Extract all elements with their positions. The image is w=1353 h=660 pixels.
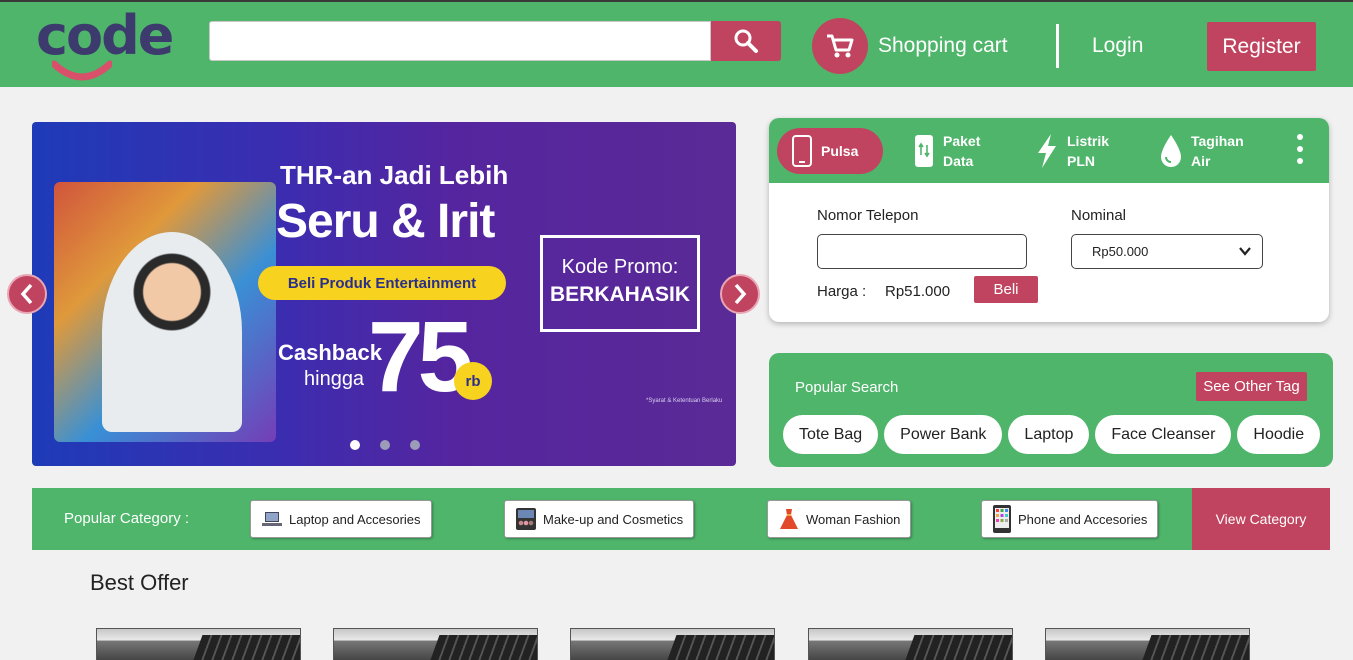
tab-label-1: Listrik (1067, 133, 1110, 149)
tab-label-1: Paket (943, 133, 981, 149)
promo-banner[interactable]: THR-an Jadi Lebih Seru & Irit Beli Produ… (32, 122, 736, 466)
more-options-icon[interactable] (1297, 134, 1303, 164)
category-phone[interactable]: Phone and Accesories (981, 500, 1159, 538)
product-card[interactable] (96, 628, 301, 660)
banner-pill: Beli Produk Entertainment (258, 266, 506, 300)
see-other-tag-button[interactable]: See Other Tag (1196, 372, 1307, 401)
popular-category-bar: Popular Category : Laptop and Accesories… (32, 488, 1330, 550)
category-label: Phone and Accesories (1018, 511, 1148, 527)
makeup-palette-icon (515, 507, 537, 531)
carousel-next-button[interactable] (720, 274, 760, 314)
carousel-prev-button[interactable] (7, 274, 47, 314)
banner-unit-badge: rb (454, 362, 492, 400)
tab-paket-data[interactable]: Paket Data (913, 128, 980, 174)
tab-tagihan-air[interactable]: Tagihan Air (1159, 128, 1244, 174)
logo-smile-icon (52, 60, 112, 81)
data-package-icon (913, 133, 935, 169)
best-offer-title: Best Offer (90, 570, 189, 595)
shopping-cart-button[interactable] (812, 18, 868, 74)
banner-cashback: Cashback (278, 340, 382, 365)
nominal-label: Nominal (1071, 207, 1127, 224)
promo-code-label: Kode Promo: (561, 256, 679, 278)
carousel-dot[interactable] (410, 440, 420, 450)
category-woman-fashion[interactable]: Woman Fashion (767, 500, 912, 538)
carousel-dots (350, 440, 420, 450)
cart-icon (827, 34, 854, 58)
category-makeup[interactable]: Make-up and Cosmetics (504, 500, 695, 538)
promo-code-value: BERKAHASIK (549, 283, 690, 306)
popular-category-label: Popular Category : (64, 510, 190, 527)
price-label: Harga : (817, 283, 867, 300)
search-input[interactable] (209, 21, 711, 61)
payment-tabs: Pulsa Paket Data Listrik PLN Tagihan Air (769, 118, 1329, 183)
header-divider (1056, 24, 1059, 68)
banner-line2: Seru & Irit (276, 195, 495, 248)
search-icon (734, 29, 758, 53)
view-category-button[interactable]: View Category (1192, 488, 1330, 550)
buy-button[interactable]: Beli (974, 276, 1038, 303)
chevron-left-icon (20, 283, 33, 305)
category-label: Laptop and Accesories (289, 511, 421, 527)
logo-text: code (36, 4, 174, 67)
water-drop-icon (1159, 133, 1183, 169)
register-button[interactable]: Register (1207, 22, 1316, 71)
product-card[interactable] (808, 628, 1013, 660)
payment-widget: Pulsa Paket Data Listrik PLN Tagihan Air No… (769, 118, 1329, 322)
tab-label-2: PLN (1067, 153, 1095, 169)
category-label: Make-up and Cosmetics (543, 511, 684, 527)
chevron-down-icon (1239, 247, 1251, 256)
tab-label-2: Data (943, 153, 974, 169)
popular-search-panel: Popular Search See Other Tag Tote Bag Po… (769, 353, 1333, 467)
phone-icon (791, 134, 813, 168)
tab-label-1: Tagihan (1191, 133, 1244, 149)
lightning-icon (1035, 133, 1059, 169)
price-value: Rp51.000 (885, 283, 951, 300)
promo-code-box: Kode Promo: BERKAHASIK (540, 235, 700, 332)
site-logo[interactable]: code (36, 4, 176, 82)
banner-amount: 75 (368, 301, 473, 413)
product-card[interactable] (1045, 628, 1250, 660)
tag-laptop[interactable]: Laptop (1008, 415, 1090, 454)
phone-number-input[interactable] (817, 234, 1027, 269)
tag-power-bank[interactable]: Power Bank (884, 415, 1003, 454)
carousel-dot[interactable] (380, 440, 390, 450)
tab-label-2: Air (1191, 153, 1211, 169)
chevron-right-icon (734, 283, 747, 305)
tag-face-cleanser[interactable]: Face Cleanser (1095, 415, 1232, 454)
popular-search-title: Popular Search (795, 379, 899, 396)
top-header: code Shopping cart Login Register (0, 0, 1353, 87)
category-laptop[interactable]: Laptop and Accesories (250, 500, 432, 538)
nominal-selected-value: Rp50.000 (1092, 244, 1149, 259)
banner-line1: THR-an Jadi Lebih (280, 160, 509, 190)
product-card[interactable] (570, 628, 775, 660)
dress-icon (778, 507, 800, 531)
tab-label: Pulsa (821, 143, 859, 159)
banner-people-image (102, 232, 242, 432)
tab-pulsa[interactable]: Pulsa (777, 128, 883, 174)
carousel-dot[interactable] (350, 440, 360, 450)
category-label: Woman Fashion (806, 511, 901, 527)
phone-number-label: Nomor Telepon (817, 207, 919, 224)
smartphone-icon (992, 504, 1012, 534)
tag-hoodie[interactable]: Hoodie (1237, 415, 1321, 454)
login-link[interactable]: Login (1092, 34, 1143, 58)
shopping-cart-link[interactable]: Shopping cart (878, 34, 1008, 58)
search-button[interactable] (711, 21, 781, 61)
banner-hingga: hingga (304, 368, 365, 390)
nominal-select[interactable]: Rp50.000 (1071, 234, 1263, 269)
product-card[interactable] (333, 628, 538, 660)
tag-tote-bag[interactable]: Tote Bag (783, 415, 879, 454)
laptop-icon (261, 510, 283, 528)
banner-fine-print: *Syarat & Ketentuan Berlaku (646, 398, 723, 404)
popular-tags: Tote Bag Power Bank Laptop Face Cleanser… (783, 415, 1321, 454)
tab-listrik-pln[interactable]: Listrik PLN (1035, 128, 1109, 174)
